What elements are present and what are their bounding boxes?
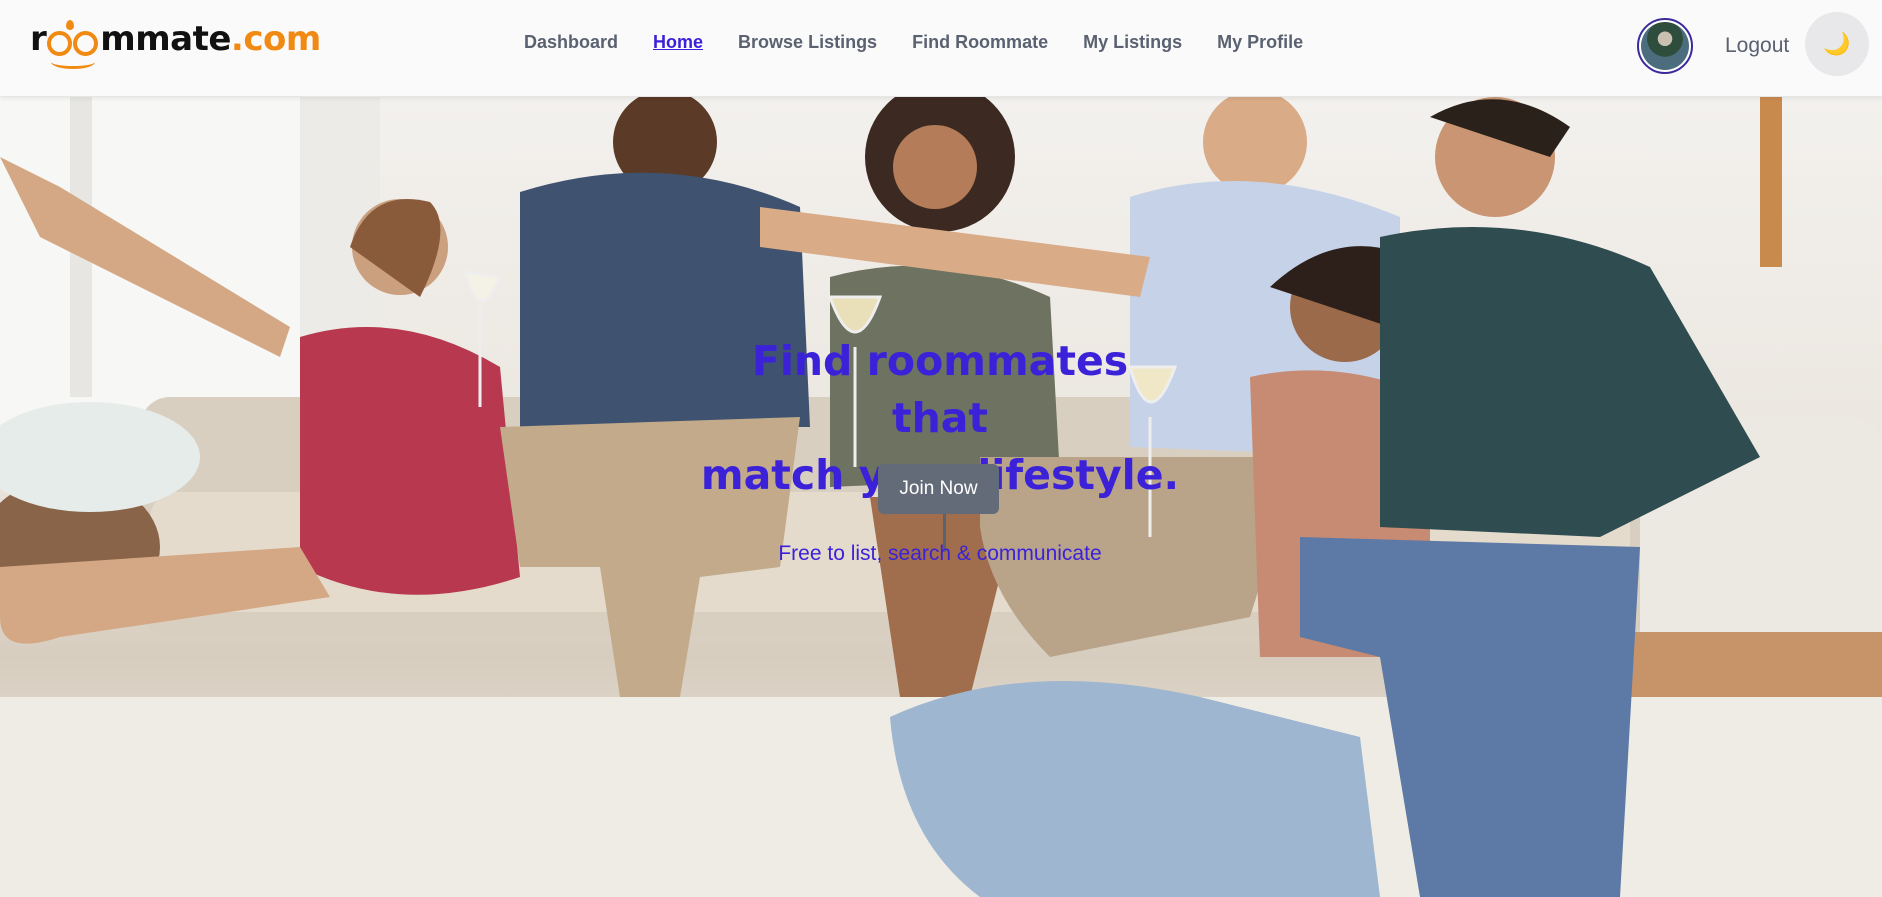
nav-link-home[interactable]: Home: [653, 32, 703, 53]
user-avatar[interactable]: [1637, 18, 1693, 74]
logo-text-r: r: [30, 19, 47, 59]
join-now-button[interactable]: Join Now: [878, 464, 999, 514]
logout-link[interactable]: Logout: [1725, 34, 1789, 58]
nav-link-my-listings[interactable]: My Listings: [1083, 32, 1182, 53]
nav-link-dashboard[interactable]: Dashboard: [524, 32, 618, 53]
hero-section: Find roommates that match your lifestyle…: [0, 97, 1882, 897]
avatar-icon: [1641, 22, 1689, 70]
logo-oo-mark: [47, 20, 99, 69]
moon-icon: 🌙: [1823, 31, 1851, 56]
logo-text-mmate: mmate: [100, 19, 231, 59]
navbar: r mmate .com Dashboard Home Browse Listi…: [0, 0, 1882, 97]
nav-link-my-profile[interactable]: My Profile: [1217, 32, 1303, 53]
hero-title: Find roommates that match your lifestyle…: [700, 333, 1180, 561]
nav-link-find-roommate[interactable]: Find Roommate: [912, 32, 1048, 53]
main-nav: Dashboard Home Browse Listings Find Room…: [524, 32, 1303, 53]
theme-toggle-button[interactable]: 🌙: [1805, 12, 1869, 76]
hero-title-line-1: Find roommates that: [751, 337, 1129, 442]
logo-text-com: .com: [230, 19, 321, 59]
roommate-logo[interactable]: r mmate .com: [30, 19, 321, 76]
hero-tagline: Free to list, search & communicate: [778, 542, 1102, 565]
nav-link-browse-listings[interactable]: Browse Listings: [738, 32, 877, 53]
